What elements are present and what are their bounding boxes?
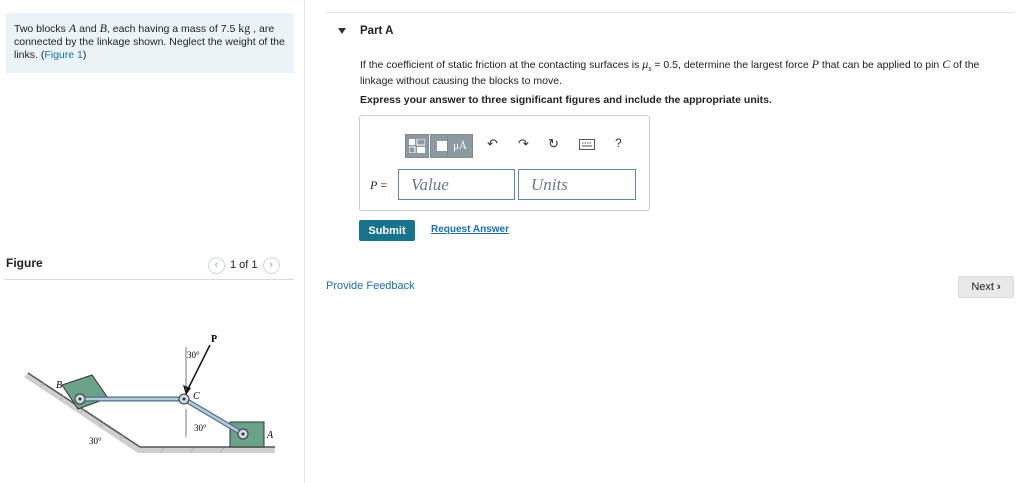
- pager-text: 1 of 1: [230, 259, 258, 271]
- problem-text: , each having a mass of 7.5: [106, 23, 239, 35]
- next-label: Next: [971, 281, 994, 293]
- next-button[interactable]: Next ›: [958, 276, 1014, 298]
- answer-box: μÅ ↶ ↷ ↻ ? P = Value Units: [359, 115, 650, 211]
- answer-label: P =: [370, 178, 387, 193]
- unit-kg: kg: [238, 21, 251, 35]
- label-a: A: [266, 430, 274, 441]
- submit-button[interactable]: Submit: [359, 220, 415, 241]
- chevron-right-icon: ›: [269, 259, 273, 271]
- question-segment: If the coefficient of static friction at…: [360, 59, 643, 71]
- template-icon: [409, 139, 425, 153]
- figure-link[interactable]: Figure 1: [44, 49, 83, 61]
- next-figure-button[interactable]: ›: [262, 256, 280, 274]
- units-button[interactable]: μÅ: [447, 134, 473, 158]
- question-text: If the coefficient of static friction at…: [360, 58, 1000, 88]
- var-b: B: [99, 21, 107, 35]
- problem-text: and: [76, 23, 100, 35]
- undo-icon[interactable]: ↶: [487, 136, 498, 152]
- label-angle-mid: 30°: [194, 423, 207, 433]
- problem-statement: Two blocks A and B, each having a mass o…: [6, 13, 294, 73]
- units-input[interactable]: Units: [518, 169, 636, 200]
- linkage-figure: P C A B 30° 30° 30°: [24, 334, 275, 453]
- templates-button[interactable]: [405, 134, 429, 158]
- prev-figure-button[interactable]: ‹: [208, 256, 225, 274]
- label-angle-top: 30°: [187, 350, 200, 360]
- help-icon[interactable]: ?: [615, 136, 622, 150]
- question-segment: that can be applied to pin: [819, 59, 943, 71]
- problem-text: Two blocks: [14, 23, 69, 35]
- part-a-header[interactable]: Part A: [326, 12, 1014, 50]
- figure-title: Figure: [6, 256, 43, 270]
- provide-feedback-link[interactable]: Provide Feedback: [326, 280, 415, 292]
- var-c: C: [942, 57, 951, 71]
- units-symbol: μÅ: [453, 140, 467, 152]
- caret-down-icon: [338, 28, 346, 34]
- redo-icon[interactable]: ↷: [518, 136, 529, 152]
- request-answer-link[interactable]: Request Answer: [431, 224, 509, 235]
- part-title: Part A: [360, 25, 394, 37]
- label-p: P: [211, 334, 217, 345]
- reset-icon[interactable]: ↻: [548, 136, 559, 152]
- divider: [4, 279, 294, 280]
- figure-pager: ‹ 1 of 1 ›: [208, 256, 280, 274]
- chevron-left-icon: ‹: [214, 259, 219, 271]
- label-c: C: [193, 391, 200, 402]
- keyboard-icon[interactable]: [579, 138, 595, 153]
- question-segment: = 0.5, determine the largest force: [651, 59, 812, 71]
- link-ca-highlight: [183, 397, 244, 436]
- problem-text: ): [82, 49, 87, 61]
- label-b: B: [56, 380, 62, 391]
- chevron-right-icon: ›: [996, 281, 1001, 293]
- label-angle-slope: 30°: [89, 436, 102, 446]
- instructions: Express your answer to three significant…: [360, 94, 772, 106]
- value-input[interactable]: Value: [398, 169, 515, 200]
- answer-eq: =: [377, 178, 388, 192]
- var-p: P: [811, 57, 819, 71]
- column-divider: [304, 0, 305, 483]
